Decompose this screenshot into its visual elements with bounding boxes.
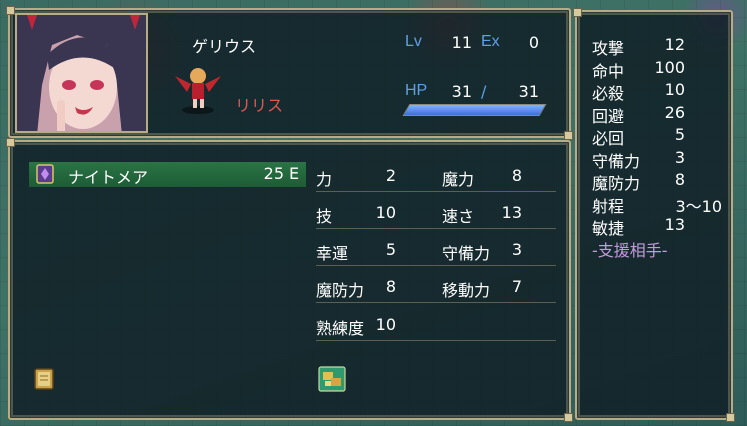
stat-label: 技	[316, 207, 333, 226]
hp-label: HP	[405, 82, 428, 99]
battle-stat-label: 必殺	[592, 84, 625, 103]
character-name: ゲリウス	[192, 37, 257, 56]
stat-label: 幸運	[316, 244, 349, 263]
exp-label: Ex	[481, 33, 500, 50]
stat-divider	[316, 265, 556, 266]
class-sprite-icon	[173, 62, 223, 114]
stat-value: 13	[501, 203, 522, 222]
stat-label: 守備力	[442, 244, 491, 263]
battle-stat-label: 攻撃	[592, 39, 625, 58]
equipped-item-rank: E	[289, 164, 300, 183]
battle-stat-label: 命中	[592, 62, 625, 81]
stat-label: 移動力	[442, 281, 491, 300]
battle-stat-value: 12	[664, 35, 685, 54]
battle-stat-value: 26	[664, 103, 685, 122]
spellbook-icon	[34, 163, 56, 185]
stat-value: 5	[385, 240, 396, 259]
stat-value: 10	[375, 315, 396, 334]
stat-label: 熟練度	[316, 319, 365, 338]
stat-label: 力	[316, 170, 333, 189]
stat-value: 7	[511, 277, 522, 296]
book-icon[interactable]	[32, 367, 56, 391]
class-name: リリス	[235, 96, 284, 115]
battle-stat-value: 100	[654, 58, 685, 77]
level-value: 11	[451, 33, 472, 52]
battle-stat-label: 敏捷	[592, 219, 625, 238]
battle-stat-label: 回避	[592, 107, 625, 126]
battle-stat-label: 守備力	[592, 152, 641, 171]
level-label: Lv	[405, 33, 422, 50]
battle-stat-value: 5	[674, 125, 685, 144]
stat-value: 8	[385, 277, 396, 296]
hp-bar	[402, 104, 547, 116]
stat-divider	[316, 340, 556, 341]
stat-value: 10	[375, 203, 396, 222]
battle-stat-value: 10	[664, 80, 685, 99]
item-bag-icon[interactable]	[318, 366, 346, 392]
battle-stat-value: 13	[664, 215, 685, 234]
hp-current: 31	[451, 82, 472, 101]
battle-stat-value: 8	[674, 170, 685, 189]
battle-stat-label: 必回	[592, 129, 625, 148]
stat-divider	[316, 302, 556, 303]
battle-stat-value: 3〜10	[675, 197, 722, 216]
battle-stat-label: 魔防力	[592, 174, 641, 193]
stat-value: 3	[511, 240, 522, 259]
equipped-item-name: ナイトメア	[68, 168, 149, 187]
stat-divider	[316, 228, 556, 229]
support-partners-heading: -支援相手-	[592, 241, 668, 260]
hp-separator: /	[481, 82, 487, 101]
stat-value: 2	[385, 166, 396, 185]
stat-label: 速さ	[442, 207, 475, 226]
stat-label: 魔力	[442, 170, 475, 189]
hp-bar-fill	[404, 105, 545, 115]
hp-max: 31	[518, 82, 539, 101]
character-portrait	[15, 13, 148, 133]
equipped-item-uses: 25	[263, 164, 284, 183]
exp-value: 0	[528, 33, 539, 52]
stat-divider	[316, 191, 556, 192]
battle-stat-label: 射程	[592, 197, 625, 216]
battle-stat-value: 3	[674, 148, 685, 167]
stat-value: 8	[511, 166, 522, 185]
stat-label: 魔防力	[316, 281, 365, 300]
